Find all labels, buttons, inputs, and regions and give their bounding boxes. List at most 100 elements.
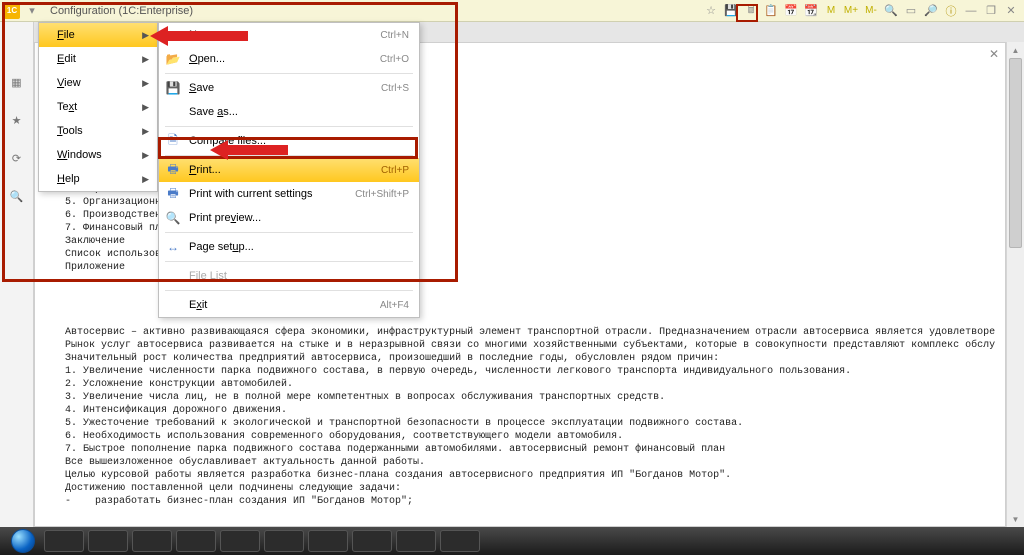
menu-item-edit[interactable]: Edit▶ xyxy=(39,47,157,71)
submenu-item-exit[interactable]: ExitAlt+F4 xyxy=(159,293,419,317)
annotation-arrow-file xyxy=(150,26,248,46)
submenu-item-label: File List xyxy=(189,270,401,282)
windows-taskbar[interactable] xyxy=(0,527,1024,555)
menu-item-tools[interactable]: Tools ▶ xyxy=(39,119,157,143)
compare-icon: 🗎 xyxy=(165,133,181,149)
submenu-item-print-with-current-settings[interactable]: 🖶 Print with current settings Ctrl+Shift+P xyxy=(159,182,419,206)
clipboard-icon[interactable]: 📋 xyxy=(762,3,780,19)
submenu-arrow-icon: ▶ xyxy=(142,78,149,89)
window-title: Configuration (1C:Enterprise) xyxy=(50,5,193,17)
taskbar-item[interactable] xyxy=(352,530,392,552)
calendar-icon[interactable]: 📅 xyxy=(782,3,800,19)
submenu-arrow-icon: ▶ xyxy=(142,150,149,161)
taskbar-item[interactable] xyxy=(132,530,172,552)
taskbar-item[interactable] xyxy=(396,530,436,552)
info-icon[interactable]: ⓘ xyxy=(942,3,960,19)
sidebar-search-icon[interactable]: 🔍 xyxy=(7,186,27,206)
menu-separator xyxy=(165,261,413,262)
taskbar-item[interactable] xyxy=(264,530,304,552)
app-logo-icon: 1C xyxy=(4,3,20,19)
open-icon: 📂 xyxy=(165,51,181,67)
submenu-item-label: Page setup... xyxy=(189,241,401,253)
submenu-item-label: Print preview... xyxy=(189,212,401,224)
submenu-item-print-preview[interactable]: 🔍 Print preview... xyxy=(159,206,419,230)
scroll-down-icon[interactable]: ▼ xyxy=(1007,511,1024,527)
submenu-item-label: Save as... xyxy=(189,106,401,118)
calculator-icon[interactable]: 🖩 xyxy=(742,3,760,19)
scroll-thumb[interactable] xyxy=(1009,58,1022,248)
submenu-item-label: Print with current settings xyxy=(189,188,347,200)
file-submenu[interactable]: ▫NewCtrl+N📂Open...Ctrl+O💾SaveCtrl+SSave … xyxy=(158,22,420,318)
submenu-item-save-as[interactable]: Save as... xyxy=(159,100,419,124)
menu-item-label: View xyxy=(57,77,81,89)
submenu-item-shortcut: Ctrl+Shift+P xyxy=(355,189,409,200)
scroll-track[interactable] xyxy=(1007,58,1024,511)
vertical-scrollbar[interactable]: ▲ ▼ xyxy=(1006,42,1024,527)
sidebar-star-icon[interactable]: ★ xyxy=(7,110,27,130)
submenu-item-label: Save xyxy=(189,82,373,94)
menu-separator xyxy=(165,290,413,291)
mem-mplus-button[interactable]: M+ xyxy=(842,3,860,19)
submenu-item-save[interactable]: 💾SaveCtrl+S xyxy=(159,76,419,100)
submenu-item-page-setup[interactable]: ↔ Page setup... xyxy=(159,235,419,259)
panel-toggle-icon[interactable]: ▭ xyxy=(902,3,920,19)
taskbar-item[interactable] xyxy=(44,530,84,552)
taskbar-item[interactable] xyxy=(308,530,348,552)
menu-separator xyxy=(165,155,413,156)
print-icon: 🖶 xyxy=(165,186,181,202)
submenu-arrow-icon: ▶ xyxy=(142,102,149,113)
menu-item-text[interactable]: Text ▶ xyxy=(39,95,157,119)
pagesetup-icon: ↔ xyxy=(165,239,181,255)
taskbar-item[interactable] xyxy=(220,530,260,552)
submenu-item-shortcut: Ctrl+N xyxy=(380,30,409,41)
submenu-item-file-list: File List xyxy=(159,264,419,288)
title-bar: 1C ▾ Configuration (1C:Enterprise) ☆ 💾 🖩… xyxy=(0,0,1024,22)
submenu-item-label: Exit xyxy=(189,299,372,311)
save-icon[interactable]: 💾 xyxy=(722,3,740,19)
taskbar-item[interactable] xyxy=(440,530,480,552)
submenu-item-label: Print... xyxy=(189,164,373,176)
menu-item-label: Text xyxy=(57,101,77,113)
submenu-item-print[interactable]: 🖶Print...Ctrl+P xyxy=(159,158,419,182)
print-icon: 🖶 xyxy=(165,162,181,178)
window-restore-icon[interactable]: ❐ xyxy=(982,3,1000,19)
main-menu[interactable]: File▶Edit▶View▶Text▶Tools▶Windows▶Help▶ xyxy=(38,22,158,192)
window-minimize-icon[interactable]: — xyxy=(962,3,980,19)
submenu-arrow-icon: ▶ xyxy=(142,30,149,41)
menu-item-help[interactable]: Help ▶ xyxy=(39,167,157,191)
blank-icon xyxy=(165,297,181,313)
taskbar-item[interactable] xyxy=(88,530,128,552)
submenu-item-label: Open... xyxy=(189,53,372,65)
submenu-item-compare-files[interactable]: 🗎Compare files... xyxy=(159,129,419,153)
start-button[interactable] xyxy=(6,527,40,555)
menu-item-view[interactable]: View ▶ xyxy=(39,71,157,95)
preview-icon: 🔍 xyxy=(165,210,181,226)
menu-item-label: Edit xyxy=(57,53,76,65)
favorite-icon[interactable]: ☆ xyxy=(702,3,720,19)
mem-mminus-button[interactable]: M- xyxy=(862,3,880,19)
submenu-item-open[interactable]: 📂 Open... Ctrl+O xyxy=(159,47,419,71)
menu-separator xyxy=(165,73,413,74)
sidebar-history-icon[interactable]: ⟳ xyxy=(7,148,27,168)
submenu-arrow-icon: ▶ xyxy=(142,174,149,185)
main-menu-dropdown-icon[interactable]: ▾ xyxy=(24,3,40,19)
window-close-icon[interactable]: ✕ xyxy=(1002,3,1020,19)
zoom-out-icon[interactable]: 🔎 xyxy=(922,3,940,19)
zoom-in-icon[interactable]: 🔍 xyxy=(882,3,900,19)
mem-m-button[interactable]: M xyxy=(822,3,840,19)
save-icon: 💾 xyxy=(165,80,181,96)
submenu-item-shortcut: Ctrl+O xyxy=(380,54,409,65)
menu-separator xyxy=(165,232,413,233)
menu-item-label: Tools xyxy=(57,125,83,137)
menu-item-file[interactable]: File▶ xyxy=(39,23,157,47)
taskbar-item[interactable] xyxy=(176,530,216,552)
calendar2-icon[interactable]: 📆 xyxy=(802,3,820,19)
submenu-arrow-icon: ▶ xyxy=(142,126,149,137)
menu-item-label: Help xyxy=(57,173,80,185)
menu-item-label: Windows xyxy=(57,149,102,161)
document-close-icon[interactable]: ✕ xyxy=(989,47,999,61)
menu-item-windows[interactable]: Windows ▶ xyxy=(39,143,157,167)
sidebar-apps-icon[interactable]: ▦ xyxy=(7,72,27,92)
scroll-up-icon[interactable]: ▲ xyxy=(1007,42,1024,58)
blank-icon xyxy=(165,268,181,284)
